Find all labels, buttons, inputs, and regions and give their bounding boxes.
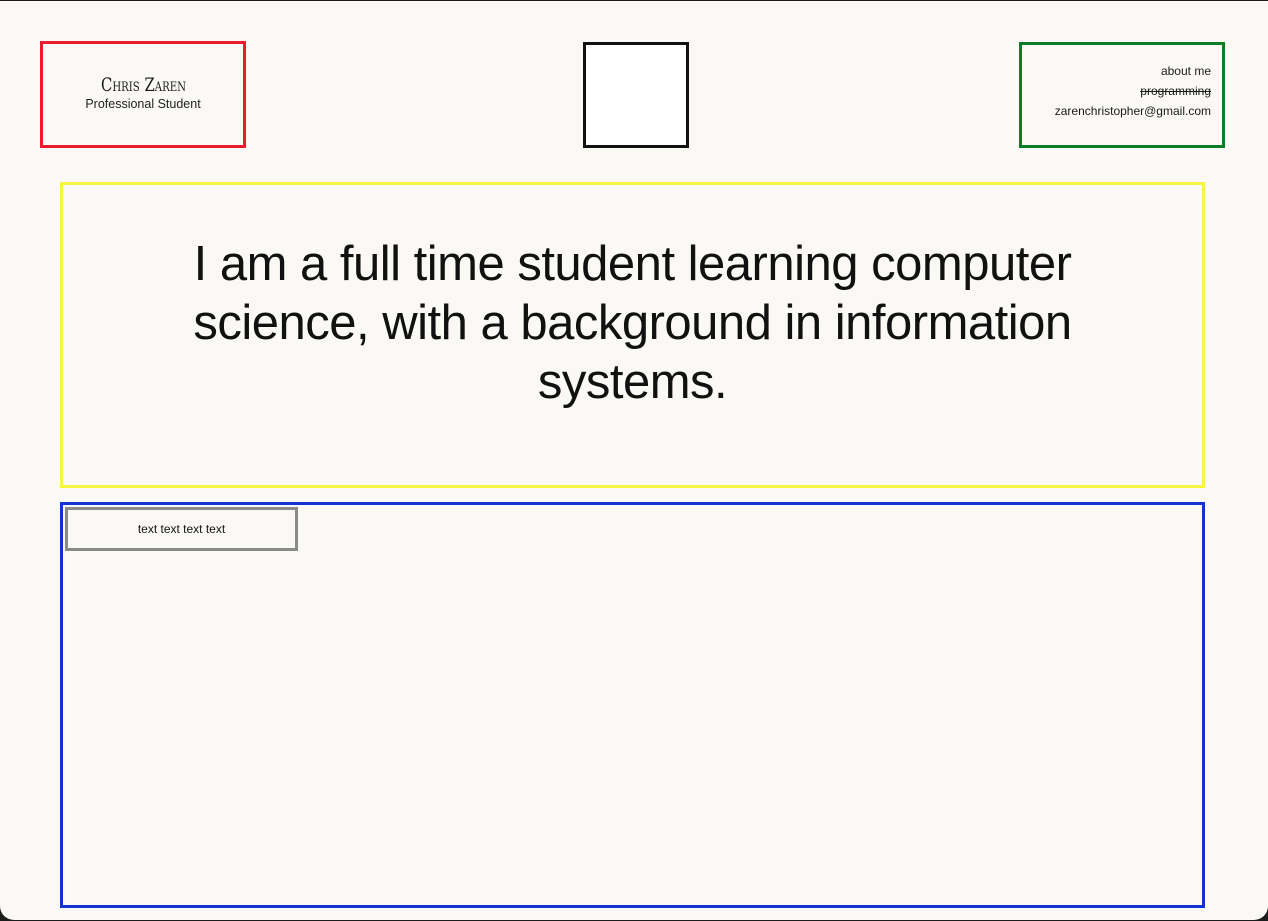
nav-link-email[interactable]: zarenchristopher@gmail.com (1055, 101, 1211, 121)
intro-text: I am a full time student learning comput… (193, 237, 1072, 409)
page: Chris Zaren Professional Student about m… (0, 1, 1268, 920)
nav-menu: about me programming zarenchristopher@gm… (1019, 42, 1225, 148)
intro-section: I am a full time student learning comput… (60, 182, 1205, 488)
text-card: text text text text (65, 507, 298, 551)
site-subtitle: Professional Student (85, 96, 201, 111)
nav-link-about-me[interactable]: about me (1161, 61, 1211, 81)
nav-link-programming[interactable]: programming (1140, 81, 1211, 101)
site-title: Chris Zaren (100, 73, 186, 96)
logo-placeholder (583, 42, 689, 148)
content-section: text text text text (60, 502, 1205, 908)
name-card: Chris Zaren Professional Student (40, 41, 246, 148)
